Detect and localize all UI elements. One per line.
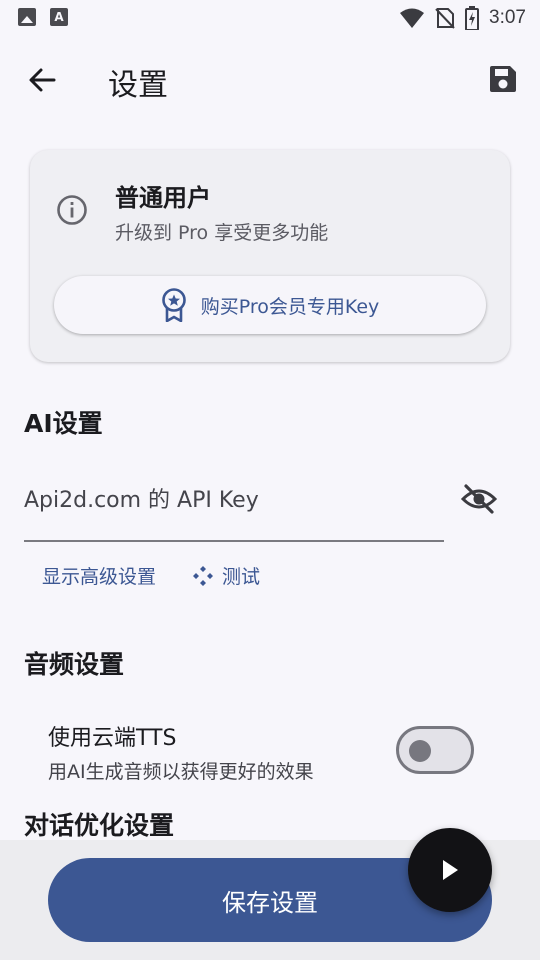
dialog-settings-title: 对话优化设置: [24, 811, 175, 840]
save-icon-button[interactable]: [486, 62, 520, 96]
user-status-card: 普通用户 升级到 Pro 享受更多功能 购买Pro会员专用Key: [30, 150, 510, 362]
image-icon: [18, 8, 36, 26]
no-sim-icon: [435, 8, 455, 29]
cloud-tts-toggle[interactable]: [396, 726, 474, 774]
info-icon: [57, 195, 87, 225]
api-key-input[interactable]: [24, 480, 444, 520]
page-title: 设置: [108, 68, 168, 103]
status-bar: A 3:07: [0, 0, 540, 36]
app-bar: 设置: [0, 50, 540, 110]
api-diamond-icon: [193, 565, 214, 586]
api-key-field: [24, 470, 444, 542]
ai-settings-title: AI设置: [24, 409, 103, 438]
play-fab[interactable]: [408, 828, 492, 912]
toggle-knob: [409, 740, 431, 762]
award-badge-icon: [161, 288, 186, 322]
back-button[interactable]: [24, 62, 60, 98]
ai-actions-row: 显示高级设置 测试: [42, 562, 260, 589]
cloud-tts-label: 使用云端TTS: [48, 726, 177, 751]
user-type-label: 普通用户: [115, 184, 211, 212]
arrow-left-icon: [29, 68, 56, 92]
audio-settings-title: 音频设置: [24, 650, 125, 679]
battery-charging-icon: [465, 6, 480, 30]
toggle-visibility-button[interactable]: [458, 478, 500, 520]
floppy-disk-icon: [490, 66, 516, 92]
show-advanced-settings-button[interactable]: 显示高级设置: [42, 562, 156, 589]
show-advanced-settings-label: 显示高级设置: [42, 566, 157, 588]
play-icon: [443, 860, 458, 880]
buy-pro-key-label: 购买Pro会员专用Key: [200, 295, 380, 318]
test-label: 测试: [222, 566, 261, 588]
font-icon: A: [50, 8, 68, 26]
test-button[interactable]: 测试: [192, 562, 260, 589]
buy-pro-key-button[interactable]: 购买Pro会员专用Key: [54, 276, 486, 334]
status-time: 3:07: [489, 7, 526, 28]
eye-off-icon: [461, 484, 497, 514]
upgrade-hint: 升级到 Pro 享受更多功能: [115, 222, 329, 244]
wifi-icon: [400, 8, 425, 28]
cloud-tts-subtitle: 用AI生成音频以获得更好的效果: [48, 761, 314, 783]
